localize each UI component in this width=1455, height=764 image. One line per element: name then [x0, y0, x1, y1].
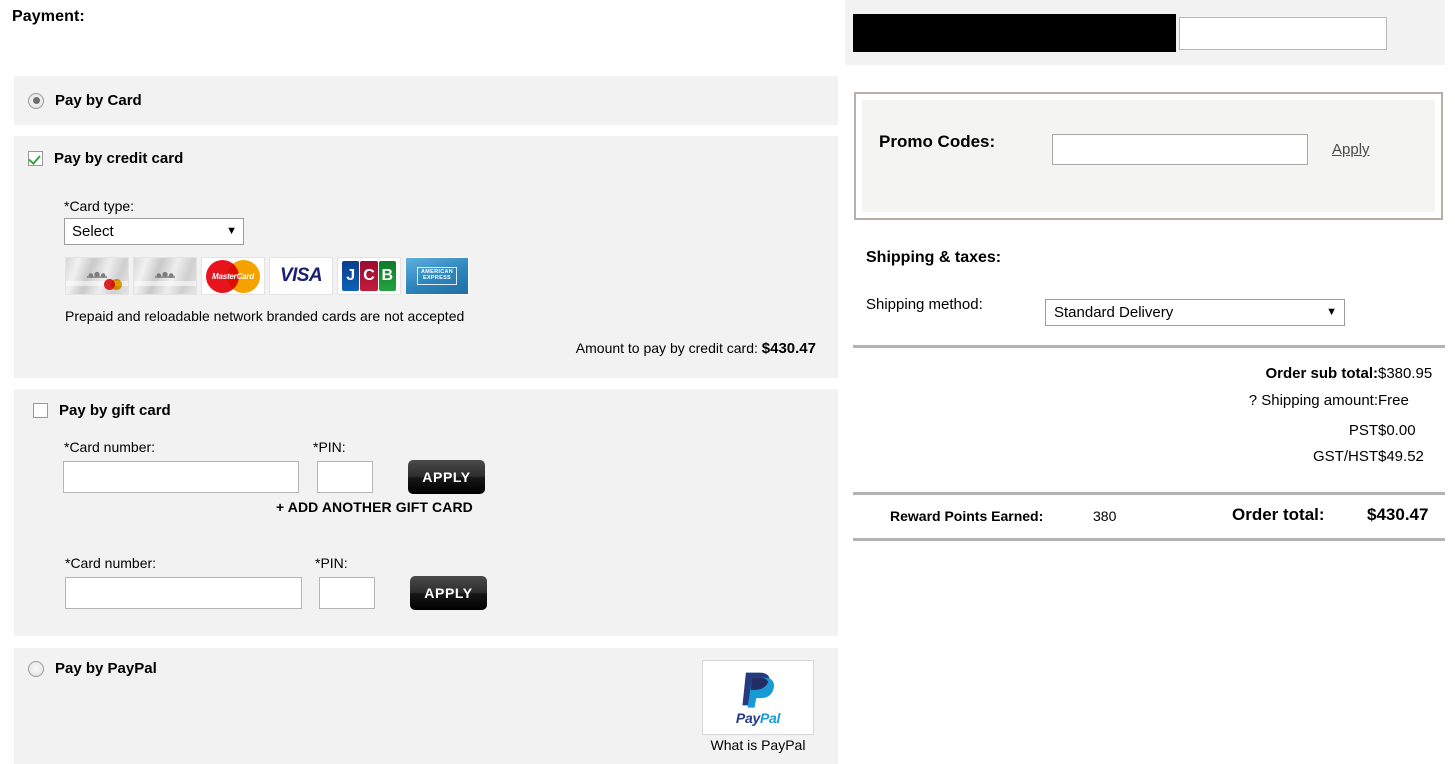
gift-card-row: *Card number: *PIN: APPLY — [14, 555, 838, 610]
pay-by-card-panel[interactable]: Pay by Card — [14, 76, 838, 125]
gift-card-pin-input-2[interactable] — [319, 577, 375, 609]
amex-line-2: EXPRESS — [422, 275, 452, 281]
pay-by-card-label: Pay by Card — [55, 92, 142, 109]
order-total-footer: Reward Points Earned: 380 Order total: $… — [845, 505, 1455, 533]
promo-code-input[interactable] — [1052, 134, 1308, 165]
pay-by-card-radio[interactable] — [28, 92, 44, 109]
promo-codes-label: Promo Codes: — [879, 132, 996, 151]
total-value: $0.00 — [1378, 422, 1416, 439]
total-row: GST/HST $49.52 — [845, 448, 1455, 475]
visa-icon: VISA — [269, 257, 333, 295]
gift-card-number-input-1[interactable] — [63, 461, 299, 493]
gift-card-apply-button-1[interactable]: APPLY — [408, 460, 485, 494]
card-type-select[interactable]: Select ▼ — [64, 218, 244, 245]
american-express-icon: AMERICAN EXPRESS — [405, 257, 469, 295]
divider — [853, 345, 1445, 348]
page-title: Payment: — [12, 8, 85, 25]
gift-card-pin-label-2: *PIN: — [315, 555, 348, 571]
order-total-value: $430.47 — [1367, 505, 1429, 524]
total-value: $380.95 — [1378, 365, 1433, 382]
gift-card-number-label-2: *Card number: — [65, 555, 157, 571]
add-another-gift-card-button[interactable]: + ADD ANOTHER GIFT CARD — [276, 499, 473, 515]
pay-by-credit-card-label: Pay by credit card — [54, 150, 184, 167]
divider — [853, 492, 1445, 495]
total-row: ? Shipping amount: Free — [845, 392, 1455, 422]
order-summary-column: Promo Codes: Apply Shipping & taxes: Shi… — [845, 0, 1455, 764]
pay-by-gift-card-checkbox[interactable] — [33, 403, 48, 418]
shipping-method-selected-value: Standard Delivery — [1054, 304, 1174, 321]
paypal-word-pal: Pal — [759, 709, 781, 726]
what-is-paypal-link[interactable]: What is PayPal — [702, 737, 814, 753]
gift-card-number-input-2[interactable] — [65, 577, 302, 609]
gift-card-number-label-1: *Card number: — [64, 439, 156, 455]
jcb-letter-c: C — [360, 261, 378, 291]
total-row: Order sub total: $380.95 — [845, 365, 1455, 392]
payment-methods-column: Payment: Pay by Card Pay by credit card … — [0, 0, 845, 764]
pay-by-credit-card-panel: Pay by credit card *Card type: Select ▼ — [14, 136, 838, 378]
amount-to-pay-row: Amount to pay by credit card: $430.47 — [576, 340, 816, 357]
pay-by-paypal-label: Pay by PayPal — [55, 660, 157, 677]
total-value: $49.52 — [1378, 448, 1424, 465]
mastercard-icon: MasterCard — [201, 257, 265, 295]
divider — [853, 538, 1445, 541]
paypal-logo-block: PayPal What is PayPal — [702, 660, 814, 753]
pay-by-card-option[interactable]: Pay by Card — [14, 76, 838, 125]
gift-card-row: *Card number: *PIN: APPLY — [14, 439, 838, 494]
total-value: Free — [1378, 392, 1409, 409]
mastercard-wordmark: MasterCard — [211, 271, 255, 281]
jcb-icon: J C B — [337, 257, 401, 295]
total-label: ? Shipping amount: — [1248, 392, 1378, 409]
reward-points-label: Reward Points Earned: — [890, 508, 1044, 524]
store-silver-card-mastercard-icon — [65, 257, 129, 295]
pay-by-credit-card-option[interactable]: Pay by credit card — [14, 136, 838, 167]
chevron-down-icon: ▼ — [1326, 306, 1337, 318]
shipping-method-label: Shipping method: — [866, 296, 983, 313]
reward-points-value: 380 — [1093, 508, 1117, 524]
checkout-payment-page: Payment: Pay by Card Pay by credit card … — [0, 0, 1455, 764]
paypal-word-pay: Pay — [735, 709, 760, 726]
pay-by-paypal-panel: Pay by PayPal PayPal What is PayPal — [14, 648, 838, 764]
accepted-card-logos: MasterCard VISA J C B AMERICAN EXPRESS — [65, 257, 469, 295]
summary-top-bar — [845, 0, 1445, 65]
shipping-taxes-title: Shipping & taxes: — [866, 249, 1002, 266]
prepaid-disclaimer: Prepaid and reloadable network branded c… — [65, 308, 465, 324]
pay-by-paypal-radio[interactable] — [28, 660, 44, 677]
paypal-monogram-icon — [742, 672, 774, 708]
total-row: PST $0.00 — [845, 422, 1455, 448]
amount-to-pay-label: Amount to pay by credit card: — [575, 340, 758, 356]
amount-to-pay-value: $430.47 — [761, 340, 816, 357]
gift-card-pin-input-1[interactable] — [317, 461, 373, 493]
order-total-label: Order total: — [1232, 505, 1325, 524]
order-totals-list: Order sub total: $380.95 ? Shipping amou… — [845, 365, 1455, 475]
pay-by-gift-card-panel: Pay by gift card *Card number: *PIN: APP… — [14, 389, 838, 636]
redacted-block — [853, 14, 1176, 52]
chevron-down-icon: ▼ — [226, 225, 237, 237]
visa-wordmark: VISA — [280, 265, 323, 286]
summary-top-input[interactable] — [1179, 17, 1387, 50]
shipping-method-select[interactable]: Standard Delivery ▼ — [1045, 299, 1345, 326]
gift-card-apply-button-2[interactable]: APPLY — [410, 576, 487, 610]
paypal-icon: PayPal — [702, 660, 814, 735]
card-type-label: *Card type: — [64, 198, 135, 214]
paypal-wordmark: PayPal — [736, 710, 780, 726]
total-label: Order sub total: — [1265, 365, 1378, 382]
pay-by-credit-card-checkbox[interactable] — [28, 151, 43, 166]
jcb-letter-j: J — [342, 261, 360, 291]
pay-by-gift-card-label: Pay by gift card — [59, 402, 171, 419]
gift-card-pin-label-1: *PIN: — [313, 439, 346, 455]
total-label: PST — [1348, 422, 1378, 439]
pay-by-gift-card-option[interactable]: Pay by gift card — [14, 389, 838, 419]
promo-codes-box: Promo Codes: Apply — [854, 92, 1443, 220]
card-type-selected-value: Select — [72, 223, 114, 240]
total-label: GST/HST — [1312, 448, 1378, 465]
store-silver-card-icon — [133, 257, 197, 295]
promo-apply-link[interactable]: Apply — [1332, 141, 1370, 158]
jcb-letter-b: B — [378, 261, 396, 291]
